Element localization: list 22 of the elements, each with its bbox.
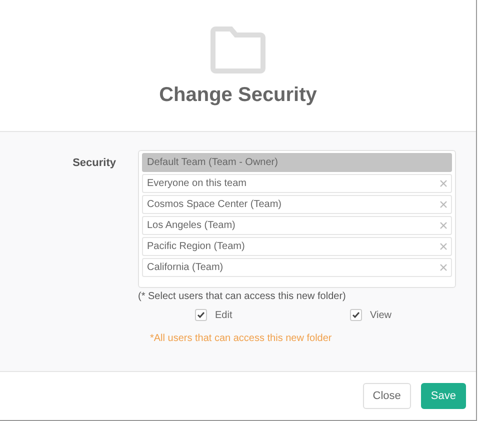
security-list[interactable]: Default Team (Team - Owner) Everyone on this team Cosmos Space Center (Team) Los Angeles (Team) Pacific Region (Team) California (Team) bbox=[138, 150, 456, 288]
checkbox[interactable] bbox=[350, 309, 362, 321]
checkbox-label: View bbox=[370, 310, 392, 320]
checkbox[interactable] bbox=[195, 309, 207, 321]
dialog-title: Change Security bbox=[159, 84, 317, 107]
note-text: *All users that can access this new folder bbox=[150, 333, 333, 344]
field-label: Security bbox=[72, 156, 117, 171]
folder-icon bbox=[209, 26, 267, 74]
list-item[interactable]: Cosmos Space Center (Team) bbox=[142, 195, 452, 214]
remove-icon[interactable] bbox=[440, 264, 447, 271]
close-button[interactable]: Close bbox=[362, 383, 411, 409]
remove-icon[interactable] bbox=[440, 180, 447, 187]
list-item[interactable]: Pacific Region (Team) bbox=[142, 237, 452, 256]
checkbox-label: Edit bbox=[215, 310, 232, 320]
remove-icon[interactable] bbox=[440, 243, 447, 250]
list-item[interactable]: Everyone on this team bbox=[142, 174, 452, 193]
list-item[interactable]: Default Team (Team - Owner) bbox=[142, 153, 452, 172]
remove-icon[interactable] bbox=[440, 201, 447, 208]
list-item[interactable]: Los Angeles (Team) bbox=[142, 216, 452, 235]
remove-icon[interactable] bbox=[440, 222, 447, 229]
list-item[interactable]: California (Team) bbox=[142, 258, 452, 277]
hint-text: (* Select users that can access this new folder) bbox=[138, 291, 347, 302]
